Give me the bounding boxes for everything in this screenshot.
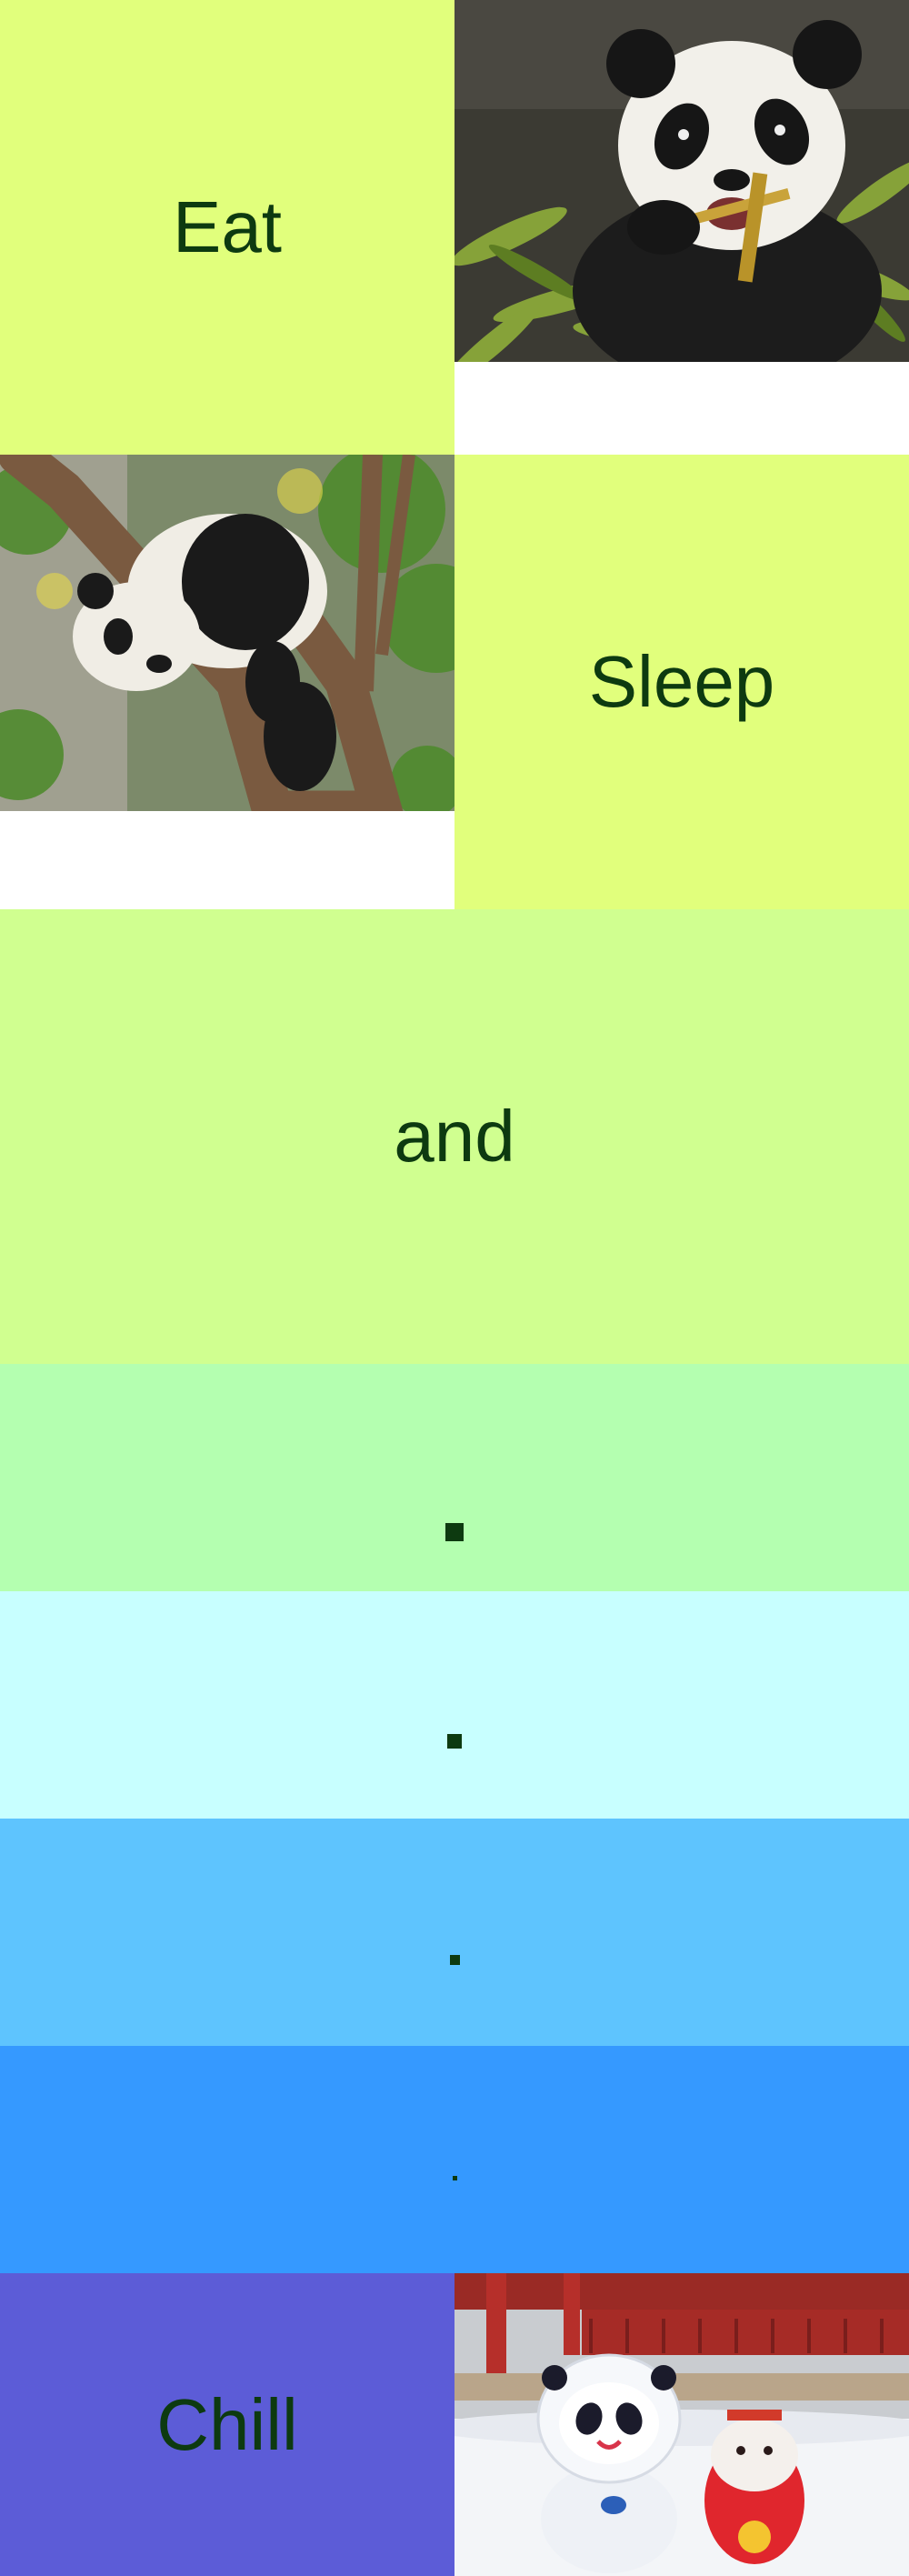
panda-sleeping-illustration <box>0 455 454 811</box>
chill-label: Chill <box>156 2383 298 2465</box>
eat-label: Eat <box>172 186 283 267</box>
mascots-illustration <box>454 2273 909 2576</box>
sleep-label: Sleep <box>588 641 775 722</box>
dot-band-2 <box>0 1591 909 1819</box>
chill-tile: Chill <box>0 2273 454 2576</box>
and-label: and <box>394 1096 515 1177</box>
square-dot-small <box>449 1954 460 1965</box>
eat-tile: Eat <box>0 0 454 455</box>
dot-band-1 <box>0 1364 909 1591</box>
sleep-tile: Sleep <box>454 455 909 909</box>
square-dot-large <box>445 1523 464 1541</box>
and-tile: and <box>0 909 909 1364</box>
collage-page: Eat Sleep and Chill <box>0 0 909 2576</box>
square-dot-medium <box>447 1734 462 1749</box>
square-dot-tiny <box>452 2175 457 2180</box>
mascot-plush-toys-in-snow-photo <box>454 2273 909 2576</box>
dot-band-4 <box>0 2046 909 2273</box>
panda-sleeping-on-branch-photo <box>0 455 454 811</box>
panda-eating-illustration <box>454 0 909 362</box>
panda-eating-bamboo-photo <box>454 0 909 362</box>
dot-band-3 <box>0 1819 909 2046</box>
